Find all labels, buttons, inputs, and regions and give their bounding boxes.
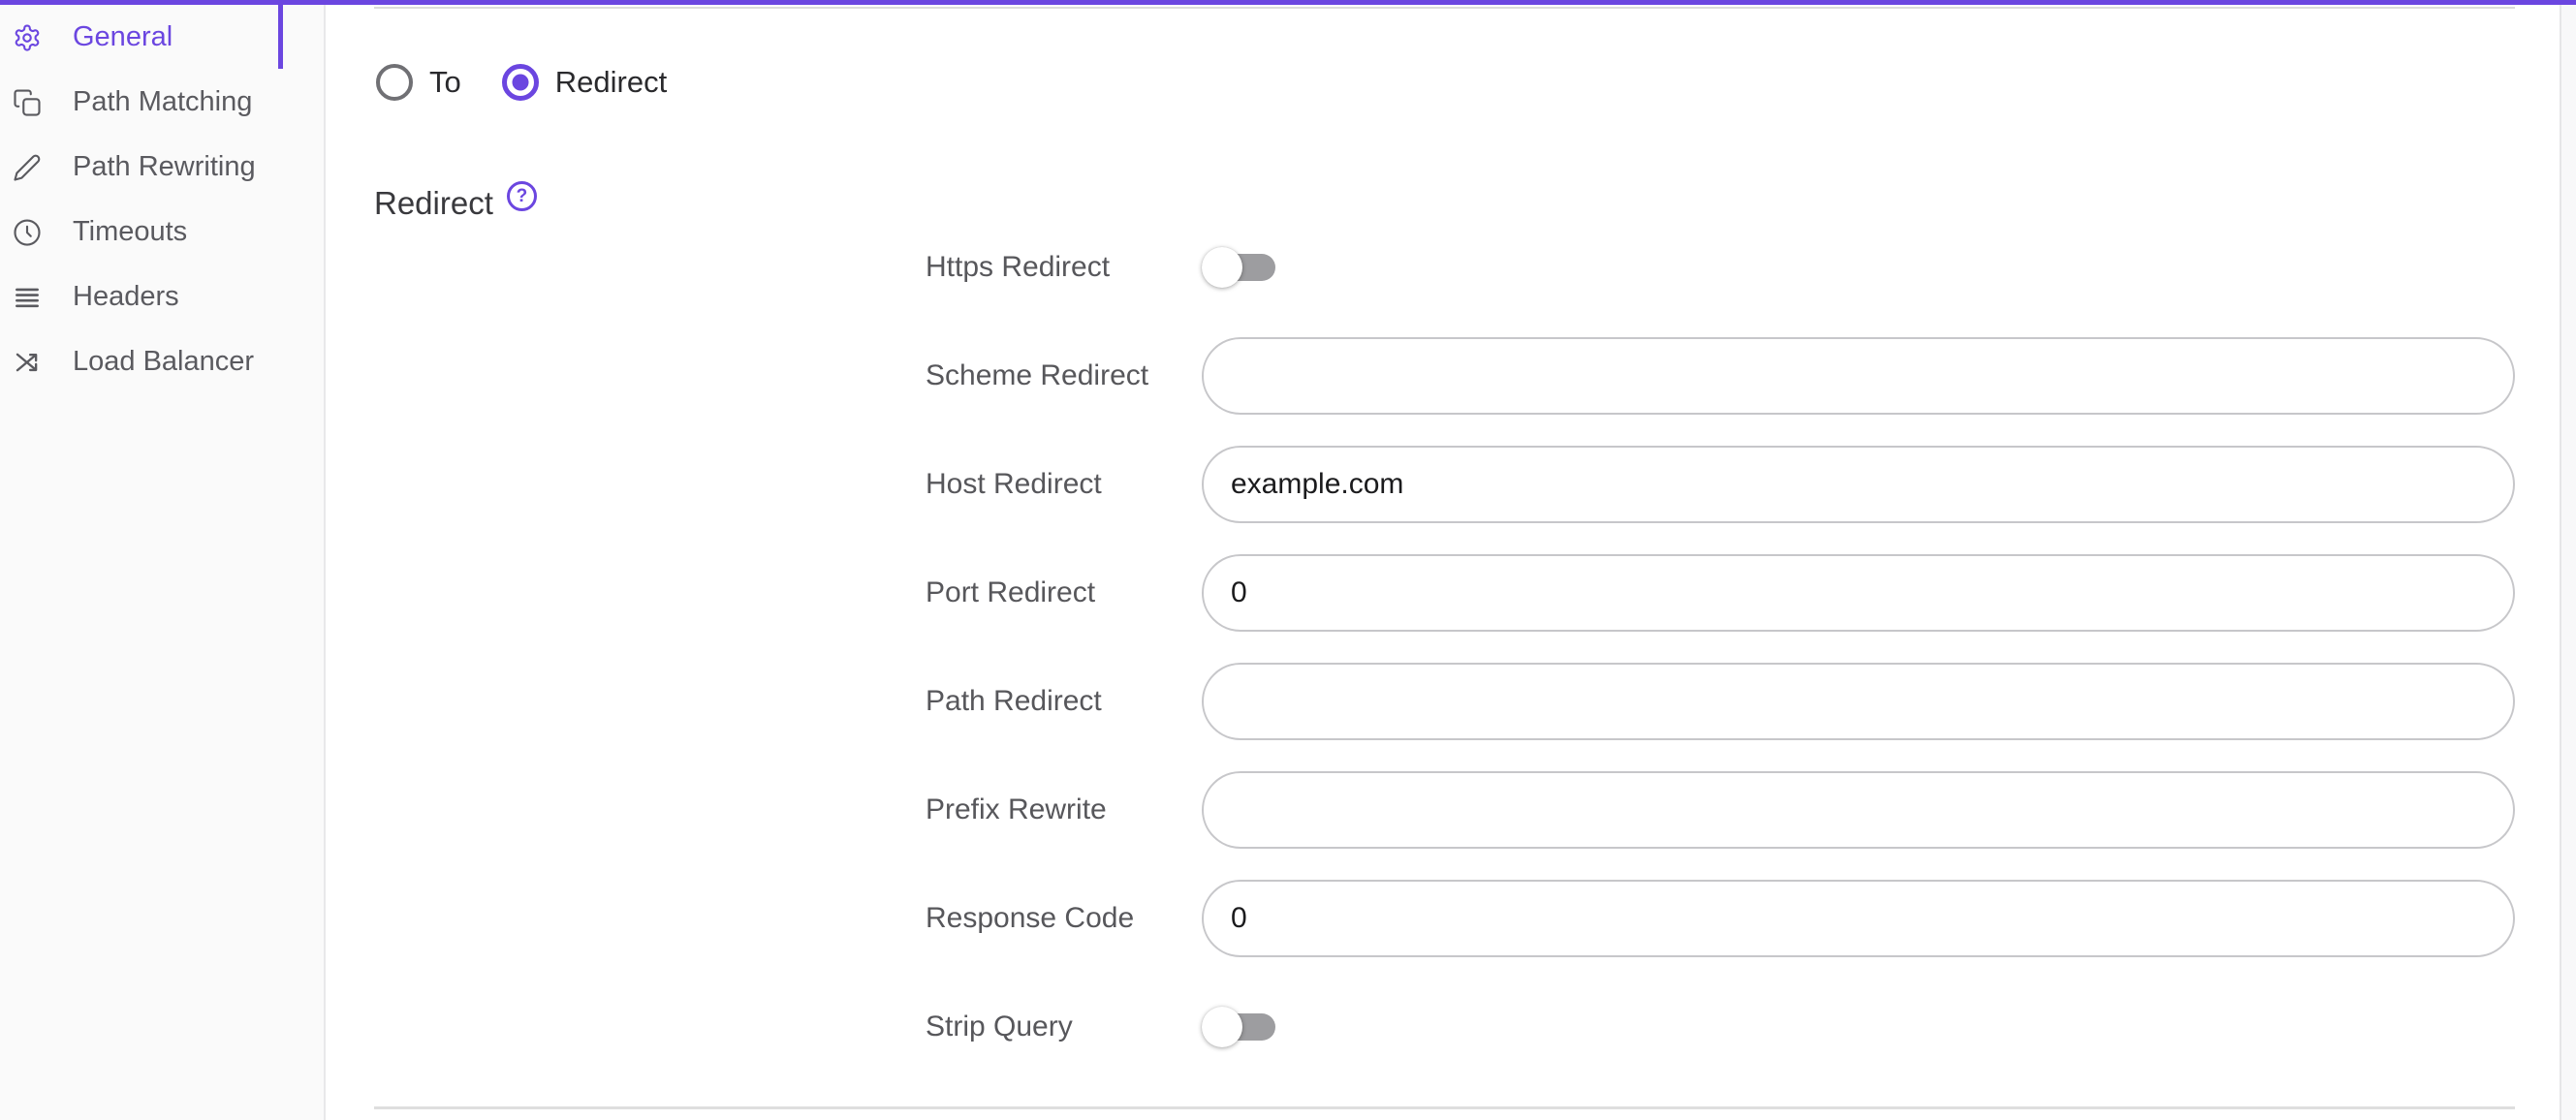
route-settings-page: General Path Matching Path Rewriting Tim… [0, 0, 2576, 1120]
sidebar-item-label: Path Rewriting [73, 151, 256, 183]
sidebar-item-timeouts[interactable]: Timeouts [0, 200, 324, 264]
active-item-indicator [278, 5, 283, 69]
sidebar-item-label: Path Matching [73, 86, 252, 118]
field-label: Response Code [926, 902, 1202, 935]
redirect-mode-radio-group: To Redirect [376, 60, 667, 105]
sidebar-item-path-rewriting[interactable]: Path Rewriting [0, 135, 324, 200]
redirect-section-header: Redirect ? [374, 184, 537, 223]
settings-content: To Redirect Redirect ? Https Redirect [326, 5, 2560, 1120]
clock-icon [13, 218, 42, 247]
form-row-host-redirect: Host Redirect [926, 446, 2515, 523]
sidebar-item-path-matching[interactable]: Path Matching [0, 70, 324, 135]
settings-sidebar: General Path Matching Path Rewriting Tim… [0, 5, 326, 1120]
form-row-strip-query: Strip Query [926, 988, 2515, 1066]
shuffle-icon [13, 348, 42, 377]
field-label: Prefix Rewrite [926, 793, 1202, 826]
response-code-input[interactable] [1202, 880, 2515, 957]
form-row-scheme-redirect: Scheme Redirect [926, 337, 2515, 415]
prefix-rewrite-input[interactable] [1202, 771, 2515, 849]
field-label: Path Redirect [926, 685, 1202, 718]
field-label: Scheme Redirect [926, 359, 1202, 392]
sidebar-item-label: General [73, 21, 173, 53]
radio-option-to[interactable]: To [376, 64, 461, 101]
field-label: Https Redirect [926, 251, 1202, 284]
pencil-icon [13, 153, 42, 182]
https-redirect-toggle[interactable] [1202, 246, 1275, 289]
radio-button-selected [502, 64, 539, 101]
radio-label: Redirect [555, 65, 667, 100]
path-redirect-input[interactable] [1202, 663, 2515, 740]
sidebar-item-label: Load Balancer [73, 346, 254, 378]
rows-icon [13, 283, 42, 312]
section-divider-top [374, 7, 2515, 9]
copy-icon [13, 88, 42, 117]
form-row-https-redirect: Https Redirect [926, 229, 2515, 306]
help-icon[interactable]: ? [507, 181, 537, 211]
field-label: Port Redirect [926, 576, 1202, 609]
host-redirect-input[interactable] [1202, 446, 2515, 523]
section-divider-bottom [374, 1106, 2515, 1109]
sidebar-item-general[interactable]: General [0, 5, 324, 70]
field-label: Strip Query [926, 1011, 1202, 1043]
section-title: Redirect [374, 184, 493, 223]
radio-option-redirect[interactable]: Redirect [502, 64, 667, 101]
redirect-form: Https Redirect Scheme Redirect Host Redi… [326, 229, 2560, 1097]
sidebar-item-headers[interactable]: Headers [0, 264, 324, 329]
form-row-port-redirect: Port Redirect [926, 554, 2515, 632]
sidebar-item-label: Timeouts [73, 216, 187, 248]
scheme-redirect-input[interactable] [1202, 337, 2515, 415]
sidebar-item-load-balancer[interactable]: Load Balancer [0, 329, 324, 394]
form-row-response-code: Response Code [926, 880, 2515, 957]
sidebar-item-label: Headers [73, 281, 179, 313]
toggle-knob [1202, 1007, 1242, 1047]
port-redirect-input[interactable] [1202, 554, 2515, 632]
field-label: Host Redirect [926, 468, 1202, 501]
gear-icon [13, 23, 42, 52]
radio-button-unselected [376, 64, 413, 101]
form-row-path-redirect: Path Redirect [926, 663, 2515, 740]
form-row-prefix-rewrite: Prefix Rewrite [926, 771, 2515, 849]
strip-query-toggle[interactable] [1202, 1006, 1275, 1048]
scrollbar-track[interactable] [2560, 5, 2576, 1120]
top-accent-bar [0, 0, 2576, 5]
toggle-knob [1202, 247, 1242, 288]
radio-label: To [429, 65, 461, 100]
